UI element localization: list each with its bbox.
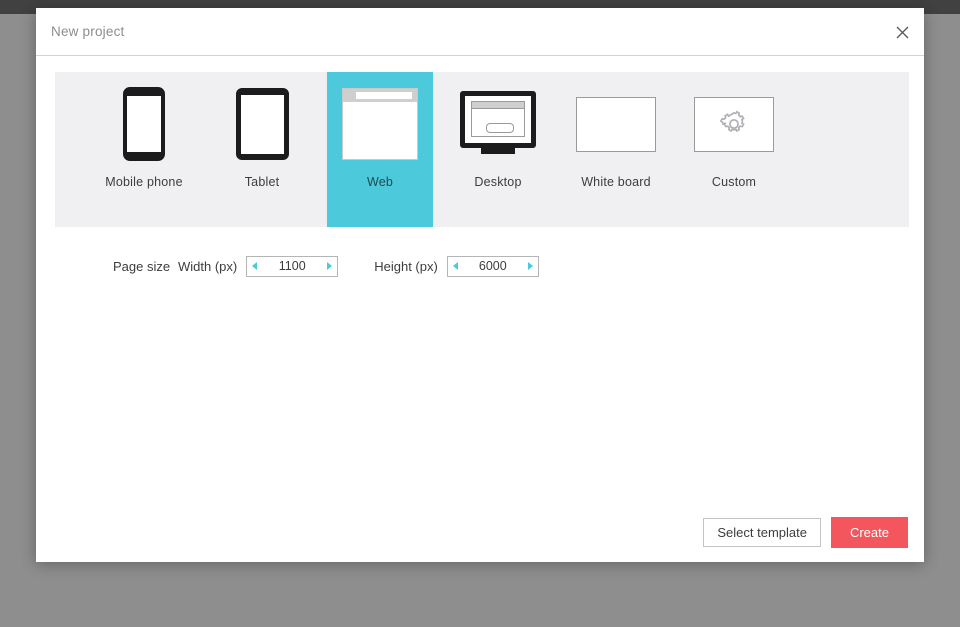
create-button[interactable]: Create bbox=[830, 517, 908, 548]
page-size-row: Page size Width (px) 1100 Height (px) 60… bbox=[55, 254, 539, 278]
height-label: Height (px) bbox=[374, 258, 438, 274]
template-tile-white-board[interactable]: White board bbox=[563, 72, 669, 227]
height-input[interactable]: 6000 bbox=[458, 259, 528, 273]
template-tile-label: Desktop bbox=[474, 175, 522, 189]
gear-icon bbox=[681, 72, 787, 176]
width-input[interactable]: 1100 bbox=[257, 259, 327, 273]
template-tile-custom[interactable]: Custom bbox=[681, 72, 787, 227]
tablet-icon bbox=[209, 72, 315, 176]
blank-page-icon bbox=[563, 72, 669, 176]
arrow-right-icon[interactable] bbox=[327, 262, 333, 270]
template-tile-label: Tablet bbox=[244, 175, 280, 189]
height-stepper[interactable]: 6000 bbox=[446, 255, 539, 277]
template-tile-label: Custom bbox=[711, 175, 757, 189]
dialog-footer: Select template Create bbox=[703, 517, 908, 548]
template-tile-label: Web bbox=[366, 175, 394, 189]
dialog-title: New project bbox=[51, 24, 125, 39]
template-tile-web[interactable]: Web bbox=[327, 72, 433, 227]
template-tile-label: Mobile phone bbox=[105, 175, 183, 189]
phone-icon bbox=[91, 72, 197, 176]
dialog-header: New project bbox=[36, 8, 924, 56]
width-label: Width (px) bbox=[178, 258, 238, 274]
close-button[interactable] bbox=[888, 18, 916, 46]
select-template-button[interactable]: Select template bbox=[703, 518, 821, 547]
browser-icon bbox=[327, 72, 433, 176]
template-type-panel: Mobile phone Tablet Web Desktop White bo… bbox=[55, 72, 909, 227]
template-tile-label: White board bbox=[581, 175, 651, 189]
template-tile-tablet[interactable]: Tablet bbox=[209, 72, 315, 227]
template-tile-mobile-phone[interactable]: Mobile phone bbox=[91, 72, 197, 227]
monitor-icon bbox=[445, 72, 551, 176]
close-icon bbox=[896, 26, 909, 39]
width-stepper[interactable]: 1100 bbox=[246, 255, 339, 277]
new-project-dialog: New project Mobile phone Tablet Web Desk… bbox=[36, 8, 924, 562]
template-tile-desktop[interactable]: Desktop bbox=[445, 72, 551, 227]
arrow-right-icon[interactable] bbox=[527, 262, 533, 270]
page-size-label: Page size bbox=[113, 258, 171, 274]
